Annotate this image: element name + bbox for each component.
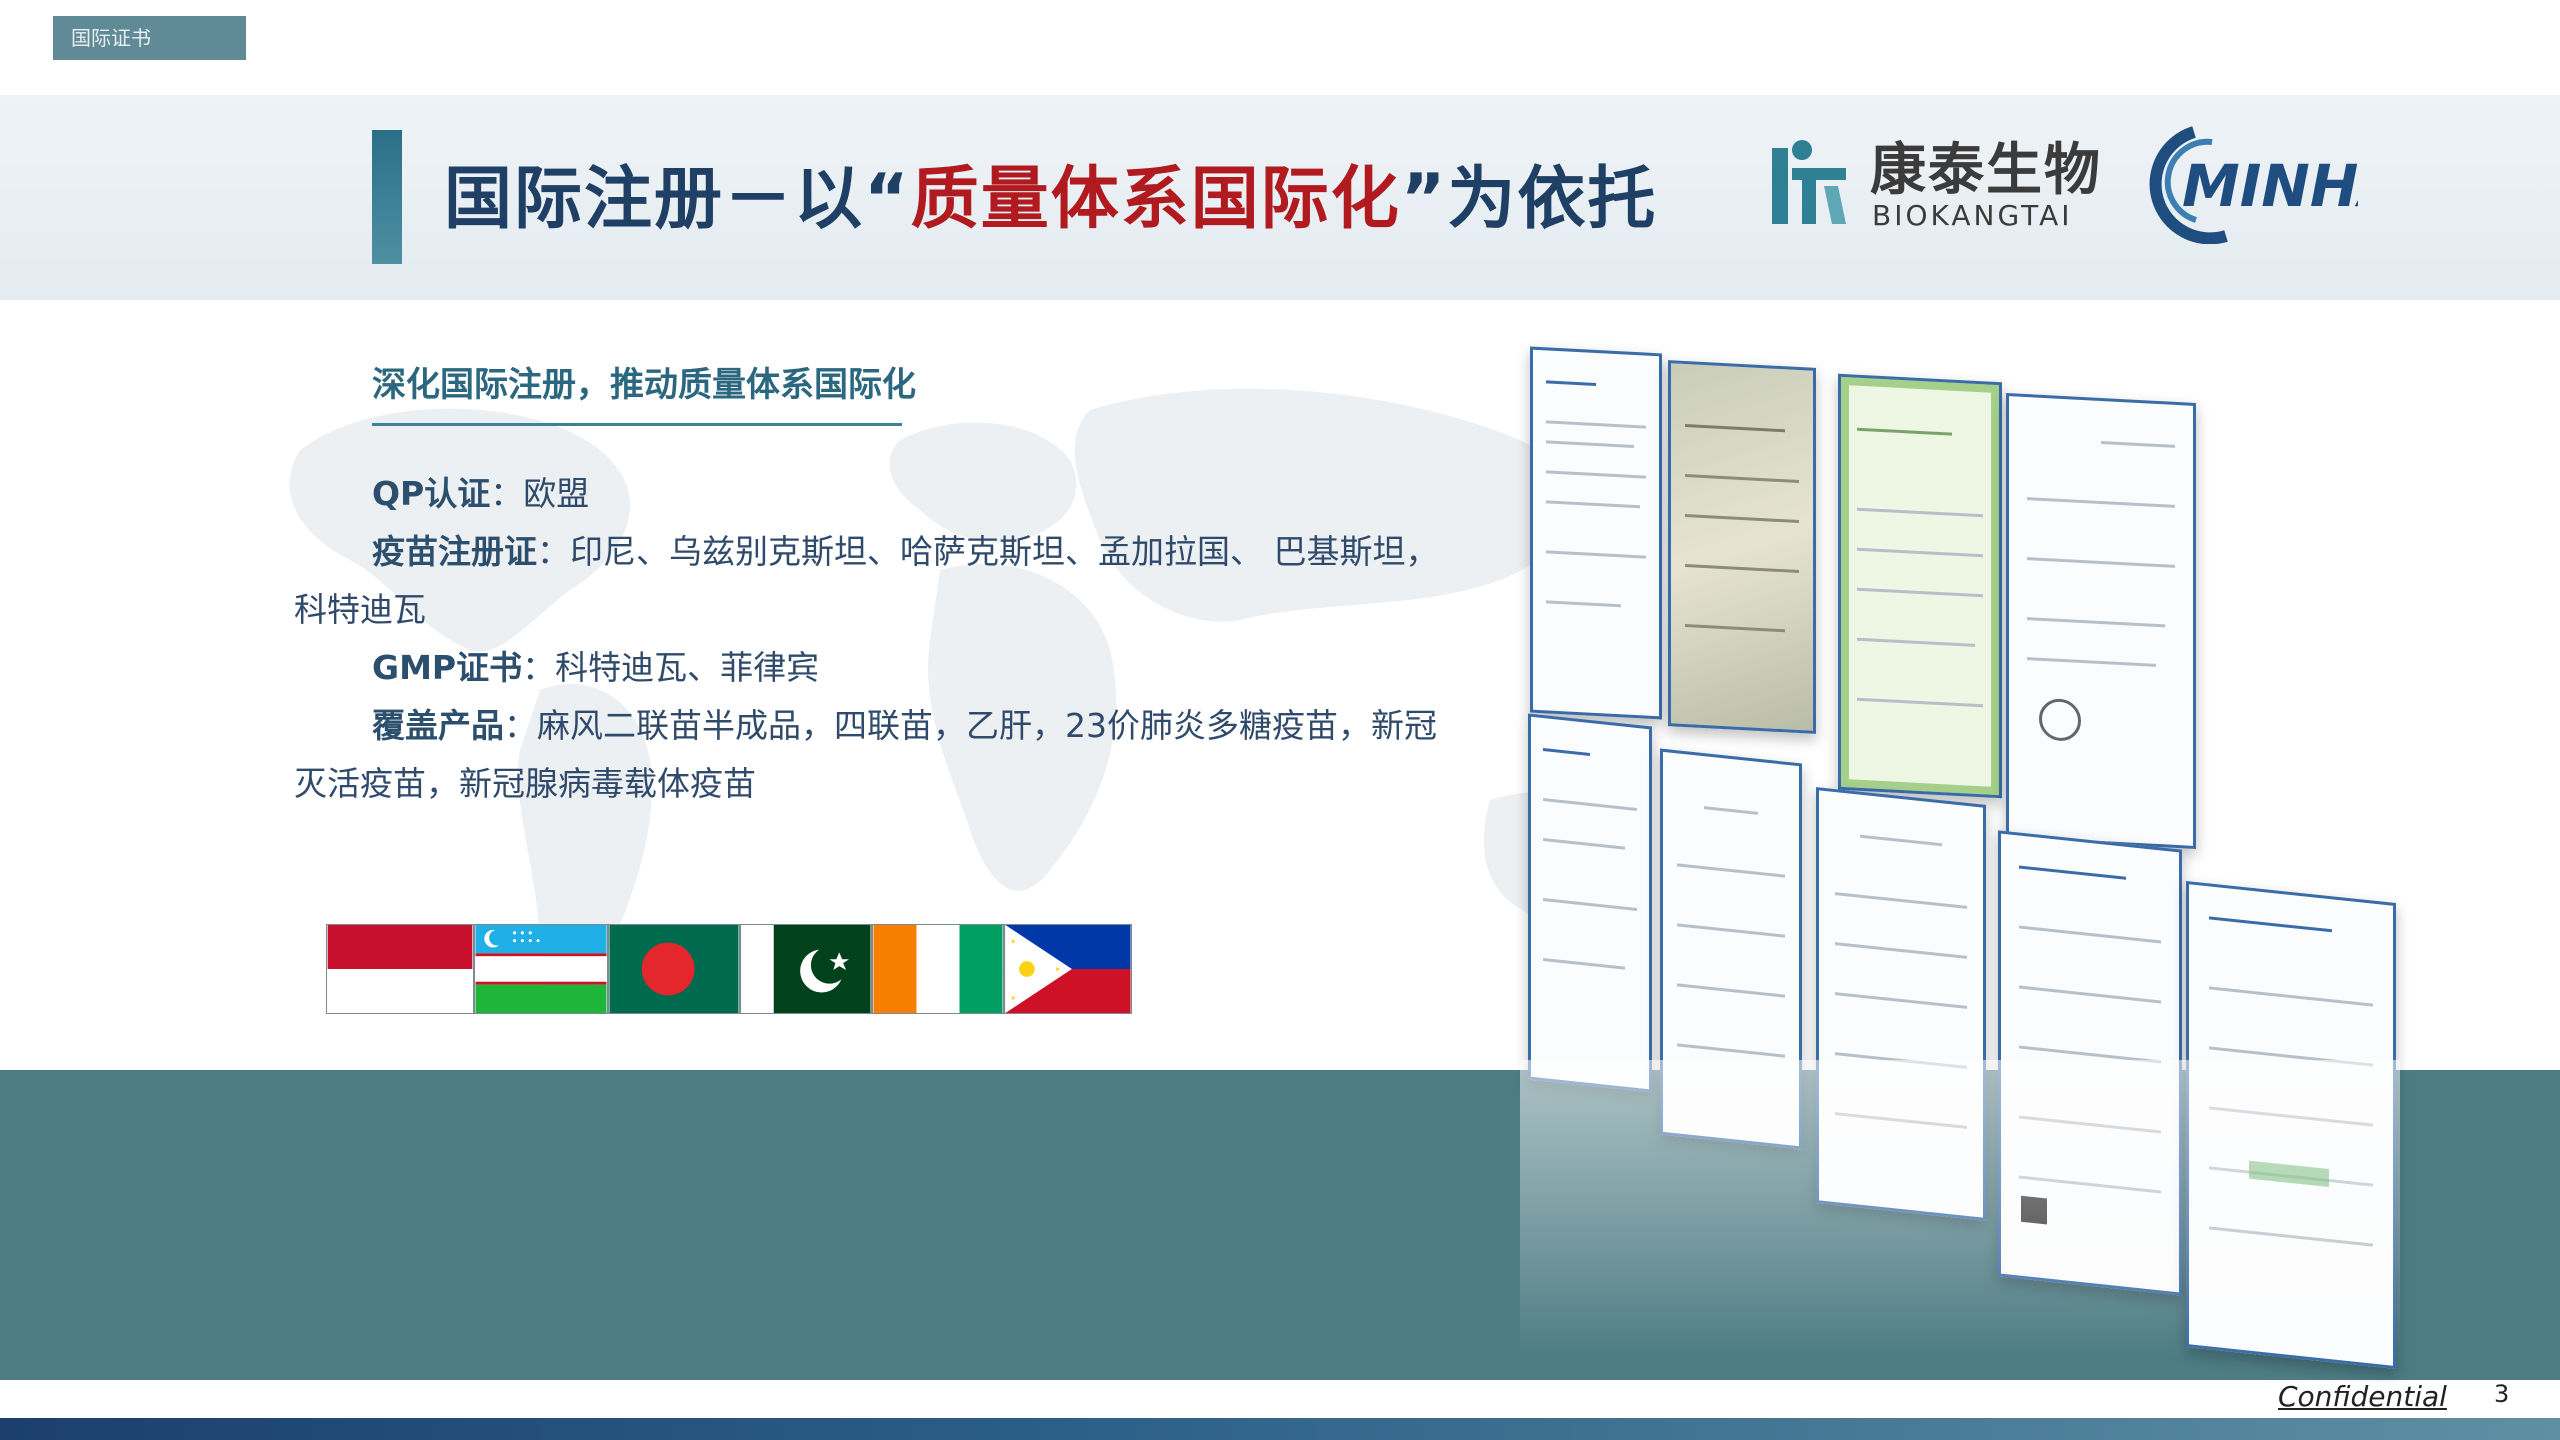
title-suffix: ”为依托 [1400,160,1658,239]
bottom-strip [0,1418,2560,1440]
page-number: 3 [2494,1380,2510,1408]
title-accent-bar [372,130,402,264]
biokangtai-logo-icon [1772,140,1846,224]
country-flags [326,924,1132,1014]
vaccine-value-continued: 科特迪瓦 [294,590,426,629]
title-highlight: 质量体系国际化 [910,160,1401,239]
subtitle-underline [372,423,902,426]
bangladesh-flag-icon [608,924,740,1014]
vaccine-value: ：印尼、乌兹别克斯坦、哈萨克斯坦、孟加拉国、 巴基斯坦， [537,532,1439,571]
certificate-image [1668,360,1816,734]
biokangtai-logo-en: BIOKANGTAI [1872,199,2073,232]
products-value-continued: 灭活疫苗，新冠腺病毒载体疫苗 [294,764,756,803]
title-prefix: 国际注册－以“ [444,160,911,239]
gmp-value: ：科特迪瓦、菲律宾 [522,648,820,687]
qp-value: ：欧盟 [490,474,590,513]
confidential-label: Confidential [2278,1380,2447,1413]
certificate-image [1530,346,1662,720]
content-subtitle: 深化国际注册，推动质量体系国际化 [372,365,916,405]
ivory-coast-flag-icon [872,924,1004,1014]
minhai-logo-text: MINHAI [2182,152,2358,220]
products-label: 覆盖产品 [372,706,504,745]
page-title: 国际注册－以“质量体系国际化”为依托 [444,150,1657,250]
certificate-image [1528,713,1652,1093]
section-tag: 国际证书 [53,16,246,60]
vaccine-label: 疫苗注册证 [372,532,537,571]
gmp-label: GMP证书 [372,648,523,687]
indonesia-flag-icon [326,924,474,1014]
biokangtai-logo-cn: 康泰生物 [1870,138,2102,203]
uzbekistan-flag-icon [474,924,608,1014]
pakistan-flag-icon [740,924,872,1014]
vaccine-registration-line: 疫苗注册证：印尼、乌兹别克斯坦、哈萨克斯坦、孟加拉国、 巴基斯坦， [372,524,1439,580]
qp-certification-line: QP认证：欧盟 [372,466,589,522]
minhai-logo: MINHAI [2149,126,2358,244]
certificate-image [2006,393,2196,849]
philippines-flag-icon [1004,924,1132,1014]
qp-label: QP认证 [372,474,491,513]
certificate-image [1838,373,2002,799]
gmp-certificate-line: GMP证书：科特迪瓦、菲律宾 [372,640,819,696]
covered-products-line: 覆盖产品：麻风二联苗半成品，四联苗，乙肝，23价肺炎多糖疫苗，新冠 [372,698,1437,754]
certificate-reflection [1520,1060,2400,1360]
products-value: ：麻风二联苗半成品，四联苗，乙肝，23价肺炎多糖疫苗，新冠 [504,706,1437,745]
